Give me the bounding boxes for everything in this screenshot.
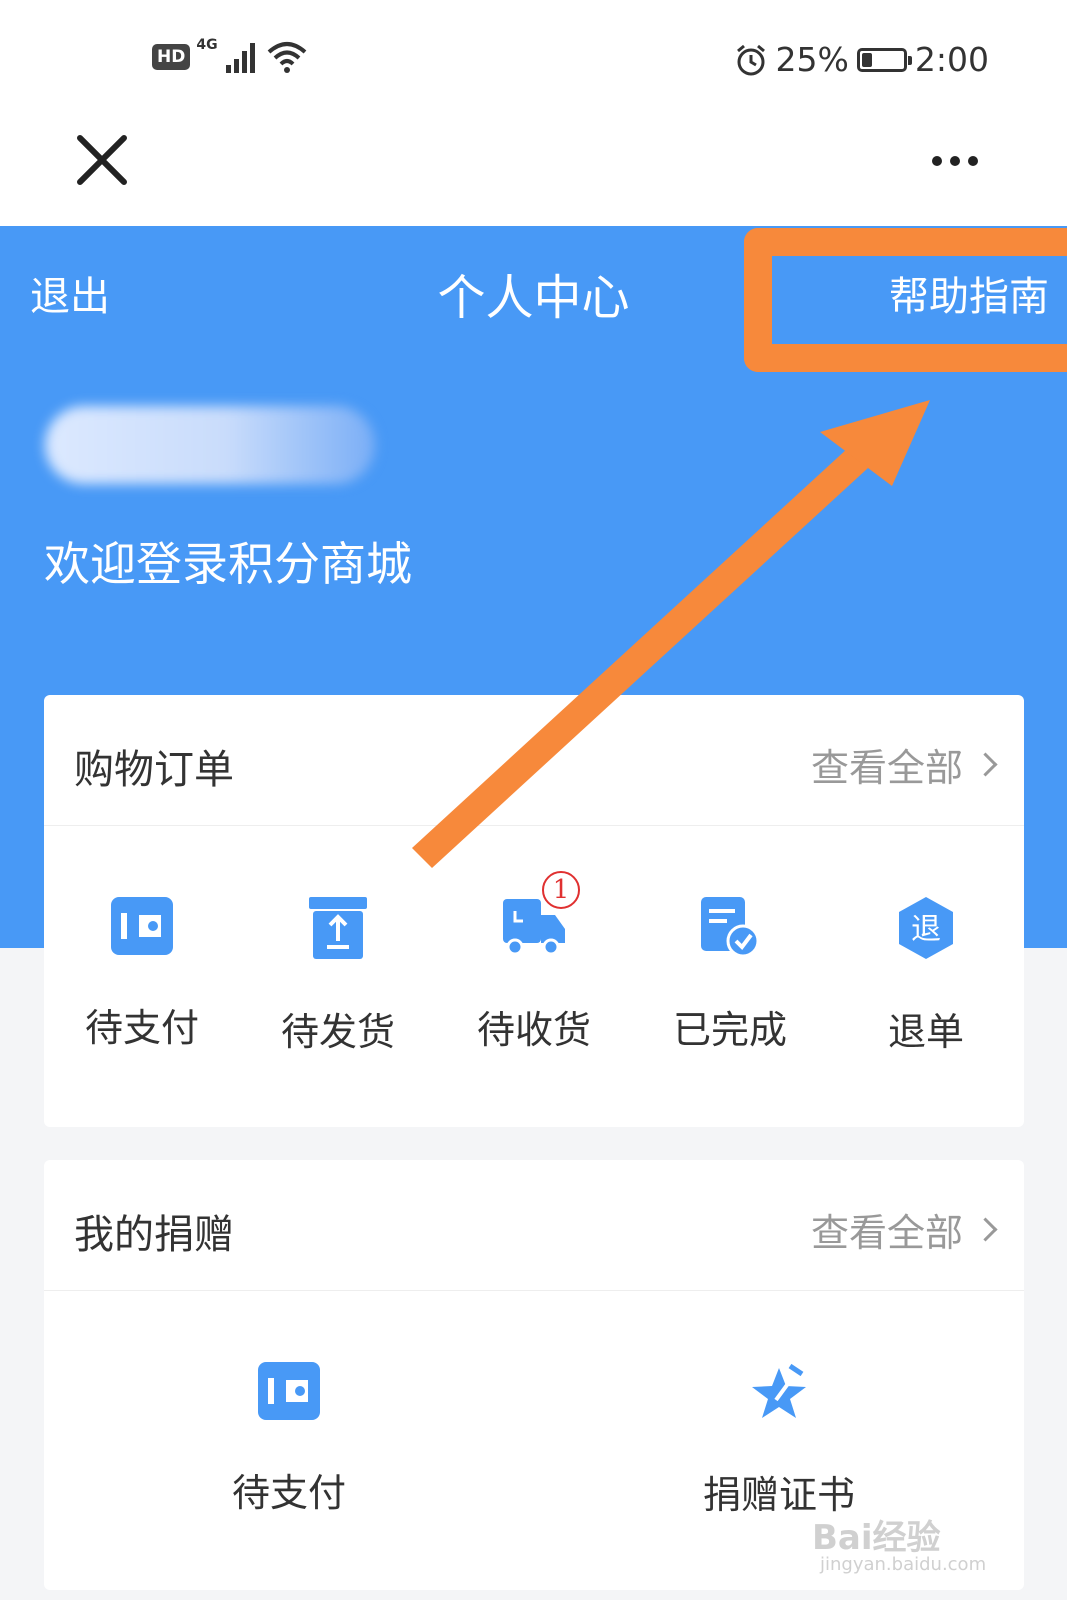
wifi-icon (267, 42, 306, 73)
wallet-icon (111, 897, 173, 955)
order-pending-payment[interactable]: 待支付 (44, 895, 240, 1056)
watermark-url: jingyan.baidu.com (820, 1554, 987, 1575)
refund-glyph: 退 (911, 912, 941, 947)
blurred-username (45, 406, 375, 484)
logout-link[interactable]: 退出 (30, 264, 110, 322)
watermark-logo: Bai经验 (812, 1518, 941, 1558)
orders-card-header: 购物订单 查看全部 (44, 695, 1024, 826)
order-status-label: 已完成 (672, 1008, 787, 1052)
alarm-icon (736, 44, 765, 75)
order-status-row: 待支付 待发货 1 待收货 已完成 退 退单 (44, 871, 1024, 1056)
donations-view-all-link[interactable]: 查看全部 (810, 1202, 998, 1257)
order-pending-shipment[interactable]: 待发货 (240, 895, 436, 1056)
donation-status-label: 待支付 (231, 1471, 346, 1515)
order-status-label: 退单 (887, 1010, 964, 1054)
donation-certificate[interactable]: 捐赠证书 (534, 1360, 1024, 1519)
donation-status-label: 捐赠证书 (702, 1473, 855, 1517)
hd-badge: HD (152, 44, 191, 70)
order-count-badge: 1 (542, 871, 580, 909)
chevron-right-icon (973, 752, 998, 777)
welcome-text: 欢迎登录积分商城 (44, 537, 412, 591)
more-dot (950, 156, 960, 166)
package-icon (309, 897, 367, 959)
close-icon (77, 135, 127, 185)
battery-level (861, 52, 872, 67)
status-bar: HD 4G 25% 2:00 (0, 0, 1067, 118)
more-dot (932, 156, 942, 166)
wallet-icon (258, 1362, 320, 1420)
view-all-label: 查看全部 (810, 746, 963, 790)
clock: 2:00 (914, 40, 989, 79)
more-button[interactable] (932, 148, 992, 174)
order-status-label: 待发货 (280, 1010, 395, 1054)
order-status-label: 待收货 (476, 1008, 591, 1052)
refund-icon: 退 (899, 897, 953, 959)
orders-card: 购物订单 查看全部 待支付 待发货 1 待收货 已完成 退 退单 (44, 695, 1024, 1127)
nav-bar (0, 118, 1067, 226)
order-status-label: 待支付 (84, 1006, 199, 1050)
battery-percent: 25% (775, 40, 849, 79)
help-guide-link[interactable]: 帮助指南 (889, 264, 1049, 322)
orders-view-all-link[interactable]: 查看全部 (810, 737, 998, 792)
battery-icon (856, 47, 912, 72)
network-type: 4G (196, 37, 218, 53)
more-dot (968, 156, 978, 166)
order-refund[interactable]: 退 退单 (828, 895, 1024, 1056)
donation-pending-payment[interactable]: 待支付 (44, 1360, 534, 1519)
status-right: 25% 2:00 (734, 40, 989, 79)
orders-title: 购物订单 (74, 747, 234, 793)
view-all-label: 查看全部 (810, 1211, 963, 1255)
chevron-right-icon (973, 1217, 998, 1242)
close-button[interactable] (74, 132, 130, 188)
signal-icon (225, 43, 255, 73)
star-certificate-icon (752, 1363, 806, 1418)
completed-doc-icon (701, 897, 760, 958)
status-left: HD 4G (152, 37, 308, 74)
order-completed[interactable]: 已完成 (632, 895, 828, 1056)
order-pending-receipt[interactable]: 1 待收货 (436, 871, 632, 1056)
donation-status-row: 待支付 捐赠证书 (44, 1360, 1024, 1519)
donations-title: 我的捐赠 (74, 1212, 234, 1258)
donations-card-header: 我的捐赠 查看全部 (44, 1160, 1024, 1291)
